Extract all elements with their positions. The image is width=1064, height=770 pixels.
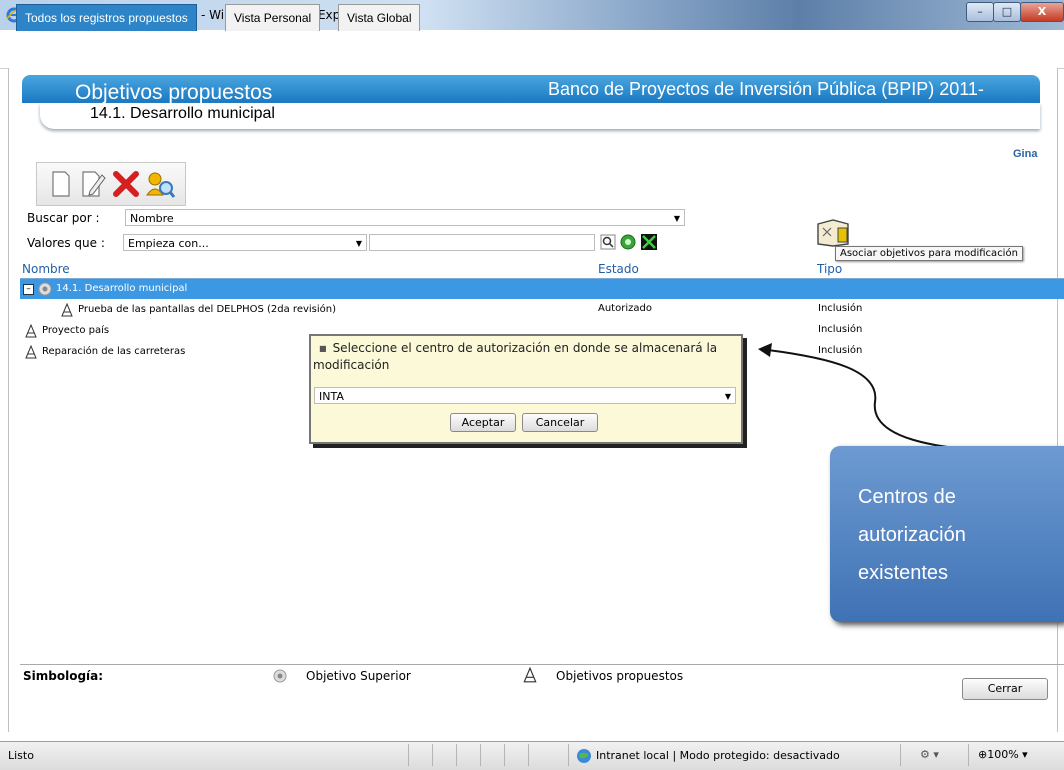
objetivo-superior-icon	[273, 669, 287, 683]
globe-icon	[577, 749, 591, 763]
accept-button[interactable]: Aceptar	[450, 413, 516, 432]
row-tipo: Inclusión	[818, 303, 863, 314]
refresh-icon[interactable]	[620, 234, 636, 250]
buscar-label: Buscar por :	[27, 211, 100, 225]
close-button[interactable]: Cerrar	[962, 678, 1048, 700]
tab-bar	[0, 30, 1064, 69]
close-icon: X	[1037, 5, 1047, 18]
expand-icon[interactable]	[640, 233, 658, 251]
status-separator	[480, 744, 481, 766]
chevron-down-icon: ▼	[724, 392, 731, 401]
system-title: Banco de Proyectos de Inversión Pública …	[548, 79, 984, 99]
group-label: 14.1. Desarrollo municipal	[56, 283, 188, 294]
status-separator	[568, 744, 569, 766]
search-user-icon[interactable]	[145, 169, 175, 199]
close-window-button[interactable]: X	[1020, 2, 1064, 22]
objetivo-propuesto-icon	[61, 303, 73, 317]
search-value-input[interactable]	[369, 234, 595, 251]
tab-todos-registros[interactable]: Todos los registros propuestos	[16, 4, 197, 31]
zoom-level: 100%	[987, 748, 1019, 761]
valores-label: Valores que :	[27, 236, 105, 250]
group-row[interactable]: – 14.1. Desarrollo municipal	[20, 279, 1064, 299]
authorization-center-value: INTA	[319, 390, 344, 403]
chevron-down-icon: ▾	[1018, 748, 1028, 761]
dialog-message-text: Seleccione el centro de autorización en …	[313, 341, 718, 372]
status-separator	[968, 744, 969, 766]
status-separator	[432, 744, 433, 766]
objetivo-propuesto-icon	[25, 324, 37, 338]
zone-text: Intranet local | Modo protegido: desacti…	[596, 749, 840, 762]
valores-value: Empieza con...	[128, 237, 209, 250]
legend-label: Simbología:	[23, 669, 104, 683]
column-header-estado[interactable]: Estado	[598, 262, 639, 276]
row-estado: Autorizado	[598, 303, 652, 314]
zoom-icon: ⊕	[978, 748, 988, 761]
buscar-por-value: Nombre	[130, 212, 174, 225]
delete-icon[interactable]	[111, 169, 141, 199]
status-separator	[456, 744, 457, 766]
edit-icon[interactable]	[77, 169, 107, 199]
objetivo-propuesto-icon	[523, 667, 537, 683]
toolbar	[36, 162, 186, 206]
user-name: Gina	[1013, 148, 1038, 160]
tab-vista-global[interactable]: Vista Global	[338, 4, 421, 31]
chevron-down-icon: ▼	[673, 214, 680, 223]
chevron-down-icon: ▼	[355, 239, 362, 248]
buscar-por-select[interactable]: Nombre ▼	[125, 209, 685, 226]
status-bar	[0, 741, 1064, 770]
find-icon[interactable]	[600, 234, 616, 250]
column-header-nombre[interactable]: Nombre	[22, 262, 70, 276]
status-separator	[528, 744, 529, 766]
cancel-button[interactable]: Cancelar	[522, 413, 598, 432]
objetivo-propuesto-icon	[25, 345, 37, 359]
row-nombre: Proyecto país	[42, 325, 110, 336]
security-icon[interactable]: ⚙ ▾	[920, 748, 939, 761]
table-row[interactable]: Prueba de las pantallas del DELPHOS (2da…	[20, 303, 1064, 319]
dialog-message: ■ Seleccione el centro de autorización en…	[313, 340, 723, 373]
collapse-icon[interactable]: –	[23, 284, 34, 295]
valores-select[interactable]: Empieza con... ▼	[123, 234, 367, 251]
grid-header	[20, 262, 1064, 279]
status-separator	[900, 744, 901, 766]
new-document-icon[interactable]	[45, 169, 75, 199]
maximize-button[interactable]: □	[993, 2, 1021, 22]
column-header-tipo[interactable]: Tipo	[817, 262, 842, 276]
legend-divider	[20, 664, 1064, 665]
objetivo-superior-icon	[38, 282, 52, 296]
zoom-control[interactable]: ⊕100% ▾	[978, 748, 1028, 761]
legend-objetivos-propuestos: Objetivos propuestos	[556, 669, 684, 683]
bullet-icon: ■	[319, 343, 327, 353]
row-nombre: Prueba de las pantallas del DELPHOS (2da…	[78, 304, 337, 315]
callout-text: Centros de autorización existentes	[858, 486, 966, 584]
tab-vista-personal[interactable]: Vista Personal	[225, 4, 321, 31]
page-title: Objetivos propuestos	[75, 81, 273, 104]
page-subtitle: 14.1. Desarrollo municipal	[90, 105, 275, 122]
minimize-button[interactable]: –	[966, 2, 994, 22]
authorization-center-select[interactable]: INTA ▼	[314, 387, 736, 404]
associate-tooltip: Asociar objetivos para modificación	[835, 246, 1023, 261]
associate-objectives-icon[interactable]	[815, 218, 851, 248]
row-nombre: Reparación de las carreteras	[42, 346, 186, 357]
status-separator	[504, 744, 505, 766]
status-separator	[408, 744, 409, 766]
legend-objetivo-superior: Objetivo Superior	[306, 669, 411, 683]
status-text: Listo	[8, 749, 34, 762]
